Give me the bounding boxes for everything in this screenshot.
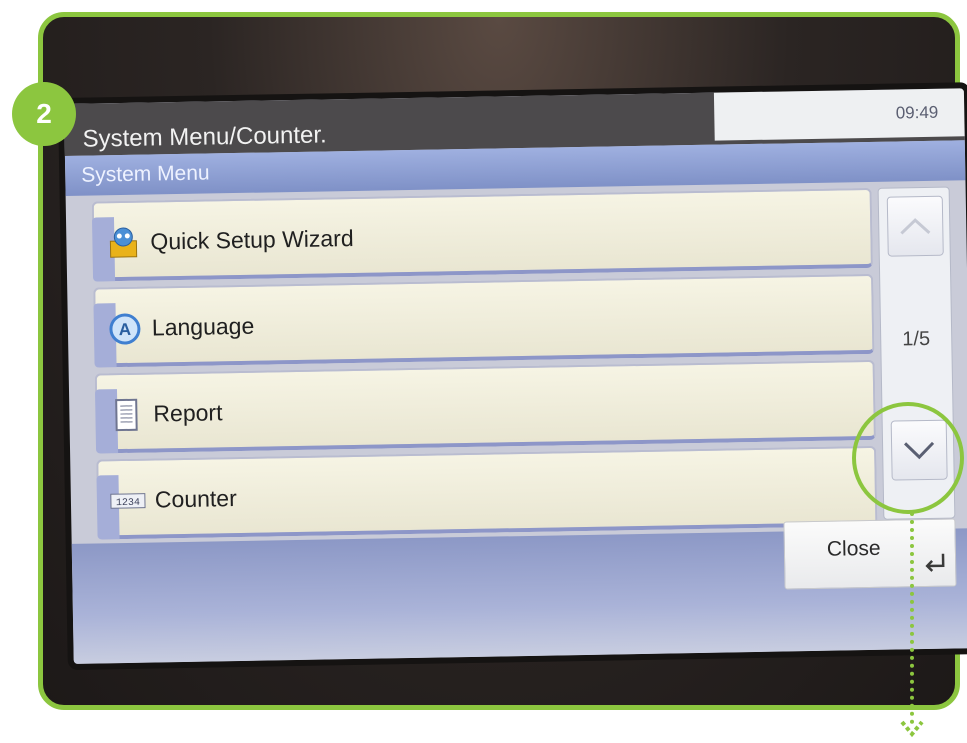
language-icon: A [106,313,145,346]
wizard-icon [104,227,143,260]
chevron-up-icon [898,216,932,237]
close-label: Close [827,537,881,562]
highlight-ring [852,402,964,514]
report-icon [107,399,146,432]
svg-text:1234: 1234 [116,498,140,509]
section-title: System Menu [81,161,210,187]
close-button[interactable]: Close [783,519,956,590]
counter-icon: 1234 [109,485,148,518]
enter-icon [923,552,947,580]
menu-item-quick-setup-wizard[interactable]: Quick Setup Wizard [92,188,873,282]
step-badge: 2 [12,82,76,146]
callout-connector [910,512,914,724]
screen-title: System Menu/Counter. [82,121,327,153]
step-number: 2 [36,98,52,130]
menu-item-label: Report [153,399,223,427]
touch-screen: System Menu/Counter. 09:49 System Menu Q… [64,88,967,664]
page-indicator: 1/5 [881,328,951,352]
clock: 09:49 [714,88,965,140]
menu-item-label: Language [152,313,255,342]
menu-item-counter[interactable]: 1234 Counter [96,446,877,540]
menu-item-label: Quick Setup Wizard [150,225,354,256]
menu-list: Quick Setup Wizard A Language [92,182,878,540]
svg-text:A: A [119,320,132,339]
arrow-down-icon [899,718,925,743]
menu-item-language[interactable]: A Language [93,274,874,368]
scroll-up-button[interactable] [887,196,944,257]
menu-item-report[interactable]: Report [95,360,876,454]
clock-time: 09:49 [896,103,939,124]
menu-item-label: Counter [155,485,237,513]
